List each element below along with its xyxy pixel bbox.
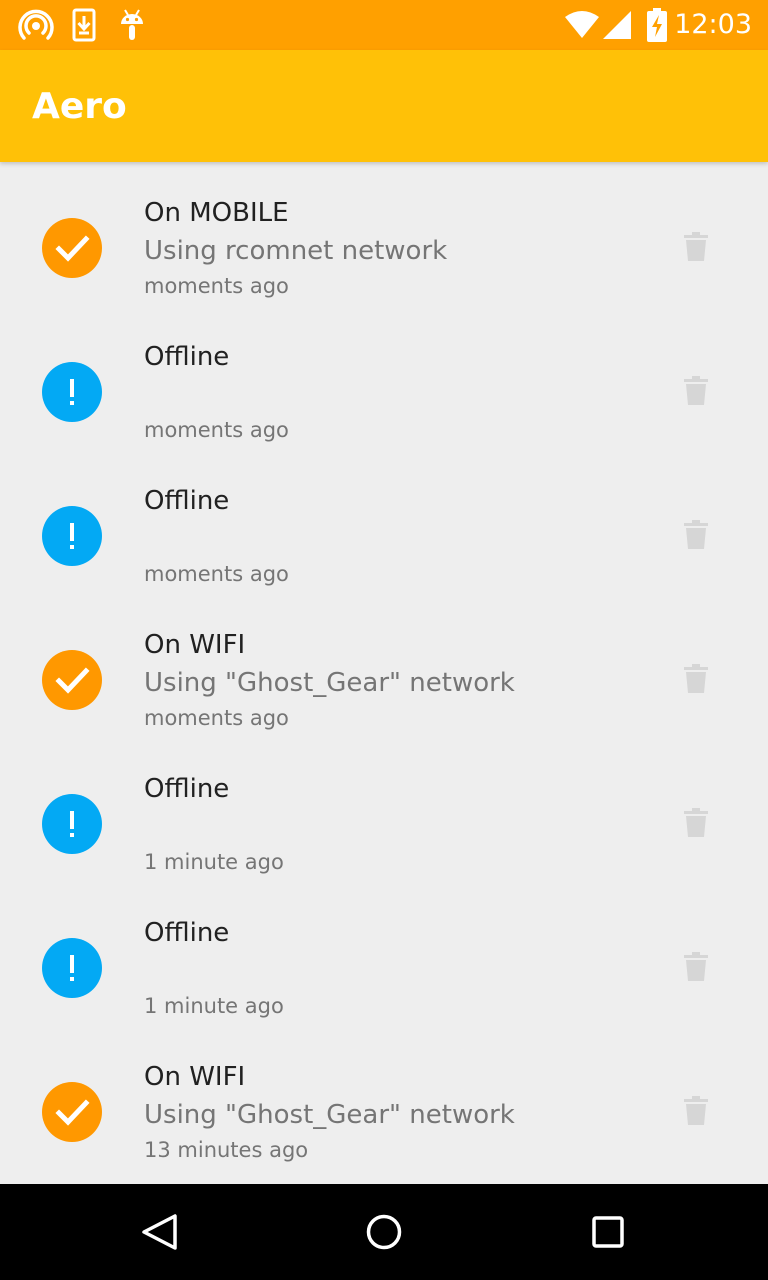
item-title: Offline [144, 486, 230, 516]
check-icon [55, 235, 90, 262]
item-subtitle: Using "Ghost_Gear" network [144, 668, 515, 698]
recents-button[interactable] [584, 1208, 632, 1256]
status-connected-badge [42, 1082, 102, 1142]
recents-icon [592, 1216, 624, 1248]
navigation-bar [0, 1184, 768, 1280]
delete-button[interactable] [672, 520, 720, 554]
trash-icon [684, 664, 708, 693]
list-item[interactable]: Offline 1 minute ago [0, 738, 768, 882]
back-icon [142, 1214, 177, 1250]
home-button[interactable] [360, 1208, 408, 1256]
exclamation-icon [70, 379, 74, 405]
item-title: On WIFI [144, 1062, 246, 1092]
hotspot-icon [18, 8, 54, 46]
trash-icon [684, 232, 708, 261]
list-item[interactable]: On MOBILE Using rcomnet network moments … [0, 162, 768, 306]
item-time: 1 minute ago [144, 850, 284, 874]
status-offline-badge [42, 938, 102, 998]
exclamation-icon [70, 955, 74, 981]
status-offline-badge [42, 362, 102, 422]
cell-signal-icon [602, 8, 632, 46]
item-time: 13 minutes ago [144, 1138, 309, 1162]
battery-charging-icon [646, 8, 668, 46]
check-icon [55, 1099, 90, 1126]
status-offline-badge [42, 794, 102, 854]
status-connected-badge [42, 650, 102, 710]
delete-button[interactable] [672, 1096, 720, 1130]
list-item[interactable]: On WIFI Using "Ghost_Gear" network momen… [0, 594, 768, 738]
back-button[interactable] [136, 1208, 184, 1256]
trash-icon [684, 1096, 708, 1125]
home-icon [366, 1214, 402, 1250]
status-connected-badge [42, 218, 102, 278]
wifi-icon [564, 8, 600, 46]
exclamation-icon [70, 811, 74, 837]
android-icon [118, 8, 146, 46]
item-time: moments ago [144, 274, 289, 298]
check-icon [55, 667, 90, 694]
download-icon [72, 8, 96, 46]
list-item[interactable]: Offline moments ago [0, 450, 768, 594]
list-item[interactable]: Offline moments ago [0, 306, 768, 450]
status-offline-badge [42, 506, 102, 566]
delete-button[interactable] [672, 808, 720, 842]
list-item[interactable]: On WIFI Using "Ghost_Gear" network 13 mi… [0, 1026, 768, 1170]
item-subtitle: Using rcomnet network [144, 236, 448, 266]
item-title: Offline [144, 918, 230, 948]
list-item[interactable]: Offline 1 minute ago [0, 882, 768, 1026]
item-title: On WIFI [144, 630, 246, 660]
delete-button[interactable] [672, 952, 720, 986]
status-bar: 12:03 [0, 0, 768, 50]
trash-icon [684, 376, 708, 405]
item-title: Offline [144, 342, 230, 372]
delete-button[interactable] [672, 232, 720, 266]
delete-button[interactable] [672, 664, 720, 698]
exclamation-icon [70, 523, 74, 549]
item-title: On MOBILE [144, 198, 289, 228]
item-title: Offline [144, 774, 230, 804]
history-list[interactable]: On MOBILE Using rcomnet network moments … [0, 162, 768, 1184]
status-time: 12:03 [674, 9, 752, 40]
item-subtitle: Using "Ghost_Gear" network [144, 1100, 515, 1130]
trash-icon [684, 808, 708, 837]
trash-icon [684, 520, 708, 549]
item-time: moments ago [144, 706, 289, 730]
app-title: Aero [32, 86, 127, 127]
item-time: moments ago [144, 562, 289, 586]
item-time: moments ago [144, 418, 289, 442]
trash-icon [684, 952, 708, 981]
delete-button[interactable] [672, 376, 720, 410]
item-time: 1 minute ago [144, 994, 284, 1018]
app-bar: Aero [0, 50, 768, 162]
